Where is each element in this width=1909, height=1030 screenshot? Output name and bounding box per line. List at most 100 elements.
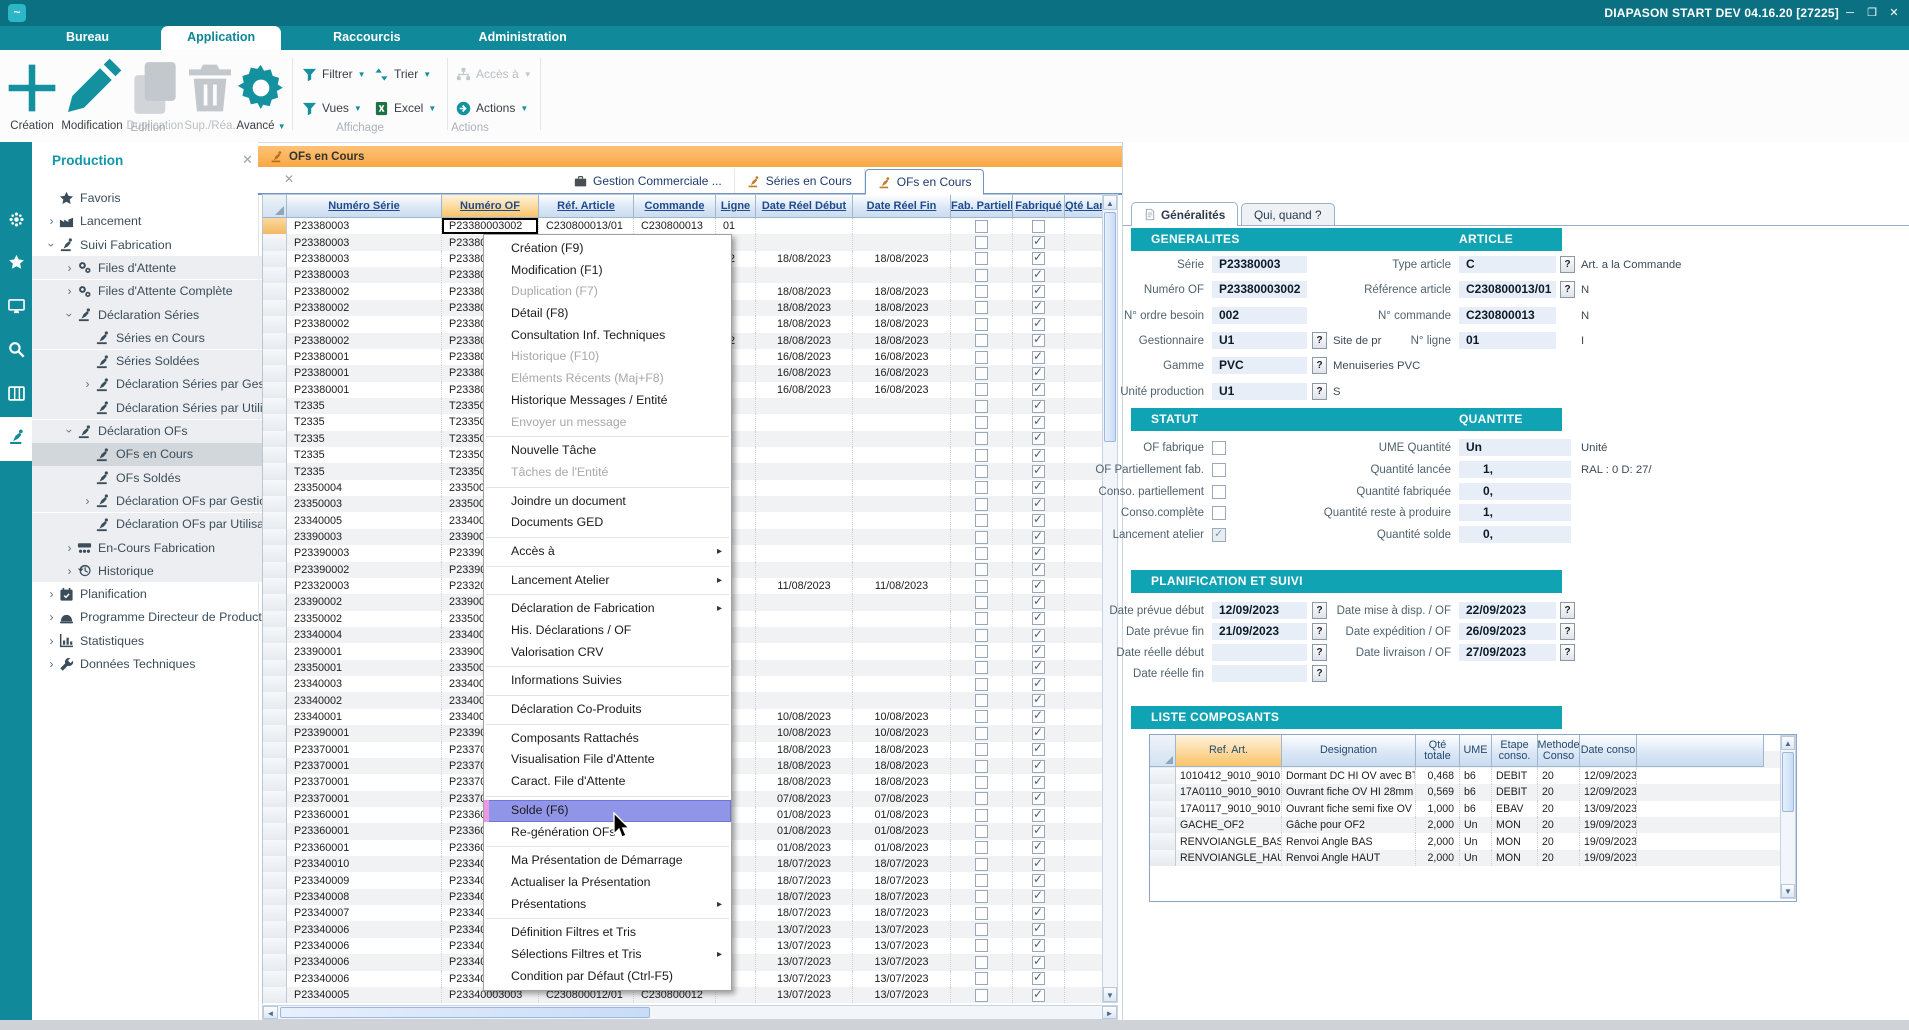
- fabrique-checkbox[interactable]: [1032, 874, 1045, 887]
- menu-item-informations-suivies[interactable]: Informations Suivies: [484, 670, 731, 692]
- fabrique-checkbox[interactable]: [1032, 923, 1045, 936]
- menu-item-visualisation-file-d-attente[interactable]: Visualisation File d'Attente: [484, 749, 731, 771]
- fab-partielle-checkbox[interactable]: [975, 318, 988, 331]
- fabrique-checkbox[interactable]: [1032, 841, 1045, 854]
- row-selector[interactable]: [263, 333, 287, 349]
- sidebar-close-icon[interactable]: ✕: [242, 152, 253, 168]
- row-selector[interactable]: [263, 349, 287, 365]
- fabrique-checkbox[interactable]: [1032, 367, 1045, 380]
- close-button[interactable]: ✕: [1887, 6, 1901, 20]
- scroll-up-icon[interactable]: ▲: [1103, 195, 1117, 210]
- chevron-icon[interactable]: ›: [62, 564, 77, 578]
- fabrique-checkbox[interactable]: [1032, 612, 1045, 625]
- help-button[interactable]: ?: [1312, 357, 1327, 374]
- fab-partielle-checkbox[interactable]: [975, 645, 988, 658]
- fab-partielle-checkbox[interactable]: [975, 858, 988, 871]
- fabrique-checkbox[interactable]: [1032, 449, 1045, 462]
- fab-partielle-checkbox[interactable]: [975, 678, 988, 691]
- fabrique-checkbox[interactable]: [1032, 661, 1045, 674]
- field-value[interactable]: C230800013: [1459, 307, 1556, 324]
- fab-partielle-checkbox[interactable]: [975, 481, 988, 494]
- fabrique-checkbox[interactable]: [1032, 563, 1045, 576]
- composant-column-etape-conso-[interactable]: Etape conso.: [1492, 735, 1538, 767]
- chevron-icon[interactable]: ›: [63, 307, 77, 322]
- help-button[interactable]: ?: [1560, 256, 1575, 273]
- composants-vscroll-thumb[interactable]: [1782, 752, 1794, 812]
- menu-tab-raccourcis[interactable]: Raccourcis: [307, 26, 426, 50]
- fab-partielle-checkbox[interactable]: [975, 252, 988, 265]
- rail-robot-icon[interactable]: [0, 417, 32, 461]
- fabrique-checkbox[interactable]: [1032, 989, 1045, 1002]
- composant-column-methode-conso[interactable]: Methode Conso: [1538, 735, 1580, 767]
- fabrique-checkbox[interactable]: [1032, 710, 1045, 723]
- column-header-Ligne[interactable]: Ligne: [716, 195, 756, 218]
- row-selector[interactable]: [1150, 833, 1176, 849]
- menu-item-ma-pr-sentation-de-d-marrage[interactable]: Ma Présentation de Démarrage: [484, 850, 731, 872]
- chevron-icon[interactable]: ›: [62, 261, 77, 275]
- fab-partielle-checkbox[interactable]: [975, 923, 988, 936]
- column-header-Fab. Partielle[interactable]: Fab. Partielle: [951, 195, 1013, 218]
- field-value[interactable]: 27/09/2023: [1459, 644, 1556, 661]
- sidebar-item-suivi-fabrication[interactable]: ›Suivi Fabrication: [32, 233, 270, 256]
- fab-partielle-checkbox[interactable]: [975, 890, 988, 903]
- row-selector[interactable]: [263, 840, 287, 856]
- minimize-button[interactable]: ─: [1843, 6, 1857, 20]
- row-selector[interactable]: [1150, 850, 1176, 866]
- menu-item-valorisation-crv[interactable]: Valorisation CRV: [484, 642, 731, 664]
- fab-partielle-checkbox[interactable]: [975, 825, 988, 838]
- help-button[interactable]: ?: [1560, 281, 1575, 298]
- menu-item-consultation-inf-techniques[interactable]: Consultation Inf. Techniques: [484, 325, 731, 347]
- hscroll-thumb[interactable]: [280, 1007, 650, 1018]
- help-button[interactable]: ?: [1560, 602, 1575, 619]
- sidebar-item-en-cours-fabrication[interactable]: ›En-Cours Fabrication: [32, 536, 288, 559]
- row-selector[interactable]: [263, 267, 287, 283]
- fab-partielle-checkbox[interactable]: [975, 531, 988, 544]
- fab-partielle-checkbox[interactable]: [975, 416, 988, 429]
- help-button[interactable]: ?: [1312, 383, 1327, 400]
- fabrique-checkbox[interactable]: [1032, 792, 1045, 805]
- row-selector[interactable]: [263, 480, 287, 496]
- chevron-icon[interactable]: ›: [62, 284, 77, 298]
- sidebar-item-planification[interactable]: ›Planification: [32, 583, 270, 606]
- fab-partielle-checkbox[interactable]: [975, 956, 988, 969]
- menu-item-documents-ged[interactable]: Documents GED: [484, 512, 731, 534]
- fabrique-checkbox[interactable]: [1032, 432, 1045, 445]
- composant-column-qt-totale[interactable]: Qté totale: [1416, 735, 1460, 767]
- fabrique-checkbox[interactable]: [1032, 416, 1045, 429]
- row-selector[interactable]: [263, 218, 287, 234]
- column-header-Date Réel Fin[interactable]: Date Réel Fin: [853, 195, 951, 218]
- fab-partielle-checkbox[interactable]: [975, 743, 988, 756]
- row-selector[interactable]: [1150, 817, 1176, 833]
- close-tab-icon[interactable]: ✕: [284, 172, 294, 186]
- field-value[interactable]: U1: [1212, 383, 1307, 400]
- row-selector[interactable]: [263, 692, 287, 708]
- chevron-icon[interactable]: ›: [44, 587, 59, 601]
- column-header-Réf. Article[interactable]: Réf. Article: [539, 195, 634, 218]
- row-selector[interactable]: [263, 889, 287, 905]
- sidebar-item-statistiques[interactable]: ›Statistiques: [32, 629, 270, 652]
- chevron-icon[interactable]: ›: [63, 424, 77, 439]
- field-value[interactable]: 0,: [1459, 526, 1571, 543]
- row-selector[interactable]: [263, 447, 287, 463]
- row-selector[interactable]: [263, 300, 287, 316]
- row-selector[interactable]: [263, 398, 287, 414]
- trier-button[interactable]: Trier▼: [374, 64, 431, 84]
- column-header-Commande[interactable]: Commande: [634, 195, 716, 218]
- menu-item-condition-par-d-faut-ctrl-f5-[interactable]: Condition par Défaut (Ctrl-F5): [484, 966, 731, 988]
- column-header-Fabriqué[interactable]: Fabriqué: [1013, 195, 1065, 218]
- field-value[interactable]: 0,: [1459, 483, 1571, 500]
- fab-partielle-checkbox[interactable]: [975, 547, 988, 560]
- fab-partielle-checkbox[interactable]: [975, 432, 988, 445]
- rail-monitor-icon[interactable]: [0, 287, 32, 327]
- column-header-Numéro OF[interactable]: Numéro OF: [442, 195, 539, 218]
- chevron-icon[interactable]: ›: [80, 377, 95, 391]
- field-value[interactable]: Un: [1459, 439, 1571, 456]
- row-selector[interactable]: [263, 725, 287, 741]
- row-selector[interactable]: [263, 742, 287, 758]
- fabrique-checkbox[interactable]: [1032, 956, 1045, 969]
- tab-generalites[interactable]: Généralités: [1131, 202, 1238, 226]
- column-header-Date Réel Début[interactable]: Date Réel Début: [756, 195, 853, 218]
- composant-column-ref-art-[interactable]: Ref. Art.: [1176, 735, 1282, 767]
- row-selector[interactable]: [1150, 768, 1176, 784]
- fabrique-checkbox[interactable]: [1032, 809, 1045, 822]
